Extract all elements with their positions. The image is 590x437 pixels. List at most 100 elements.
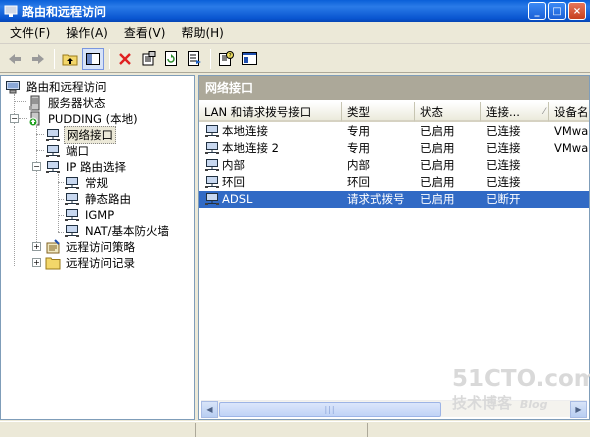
properties-icon[interactable] [137, 48, 159, 70]
maximize-button[interactable]: □ [548, 2, 566, 20]
refresh-icon[interactable] [160, 48, 182, 70]
tree-item-igmp[interactable]: IGMP [64, 207, 116, 223]
tree-item-root[interactable]: 路由和远程访问 [5, 79, 109, 95]
cell-interface: 内部 [222, 158, 245, 172]
cell-type: 专用 [347, 124, 370, 138]
interface-list: 本地连接 专用 已启用 已连接 VMwa 本地连接 2 专用 已启用 已连接 V… [199, 123, 589, 208]
title-bar: 路由和远程访问 _ □ × [0, 0, 590, 22]
cell-device: VMwa [554, 141, 589, 155]
menu-file[interactable]: 文件(F) [2, 22, 58, 44]
tree-item-server-status[interactable]: 服务器状态 [27, 95, 108, 111]
policy-icon [45, 239, 61, 255]
tree-item-pudding-local[interactable]: PUDDING (本地) [27, 111, 140, 127]
status-panel [368, 423, 588, 437]
network-icon [45, 143, 61, 159]
tree-item-static-routes[interactable]: 静态路由 [64, 191, 133, 207]
toolbar-separator [109, 48, 110, 69]
watermark: 51CTO.com 技术博客 Blog [452, 366, 590, 413]
cell-connection: 已连接 [486, 124, 521, 138]
export-list-icon[interactable] [183, 48, 205, 70]
svg-text:?: ? [228, 53, 231, 60]
lan-interface-icon [204, 124, 220, 140]
column-header-connection-label: 连接... [486, 105, 520, 119]
table-row-selected[interactable]: ADSL 请求式拨号 已启用 已断开 [199, 191, 589, 208]
expander-expand[interactable]: + [32, 242, 41, 251]
cell-type: 环回 [347, 175, 370, 189]
column-header-status[interactable]: 状态 [415, 102, 481, 122]
lan-interface-icon [204, 158, 220, 174]
cell-status: 已启用 [420, 192, 455, 206]
tree-item-general[interactable]: 常规 [64, 175, 110, 191]
column-header-type[interactable]: 类型 [342, 102, 415, 122]
routing-icon [5, 79, 21, 95]
expander-collapse[interactable]: − [10, 114, 19, 123]
network-icon [64, 223, 80, 239]
folder-icon [45, 255, 61, 271]
show-hide-tree-icon[interactable] [82, 47, 104, 70]
tree-item-remote-access-logging[interactable]: 远程访问记录 [45, 255, 137, 271]
cell-device [549, 157, 589, 174]
column-header-interface[interactable]: LAN 和请求拨号接口 [199, 102, 342, 122]
routing-app-icon [4, 4, 18, 18]
sort-indicator-icon: ⁄ [543, 107, 545, 117]
forward-arrow-icon[interactable] [27, 48, 49, 70]
cell-interface: 本地连接 [222, 124, 268, 138]
expander-expand[interactable]: + [32, 258, 41, 267]
cell-device: VMwa [554, 124, 589, 138]
network-icon [45, 127, 61, 143]
table-row[interactable]: 本地连接 专用 已启用 已连接 VMwa [199, 123, 589, 140]
column-header-connection[interactable]: 连接... ⁄ [481, 102, 549, 122]
column-header-device[interactable]: 设备名 [549, 102, 589, 122]
cell-connection: 已连接 [486, 141, 521, 155]
scroll-left-icon[interactable]: ◀ [201, 400, 218, 418]
tree-item-nat-firewall[interactable]: NAT/基本防火墙 [64, 223, 171, 239]
delete-icon[interactable] [114, 48, 136, 70]
expander-collapse[interactable]: − [32, 162, 41, 171]
close-button[interactable]: × [568, 2, 586, 20]
network-icon [45, 159, 61, 175]
scrollbar-thumb[interactable]: ||| [219, 402, 441, 417]
menu-help[interactable]: 帮助(H) [173, 22, 231, 44]
toolbar-separator [54, 48, 55, 69]
table-row[interactable]: 本地连接 2 专用 已启用 已连接 VMwa [199, 140, 589, 157]
cell-connection: 已连接 [486, 158, 521, 172]
cell-interface: 环回 [222, 175, 245, 189]
cell-status: 已启用 [420, 158, 455, 172]
minimize-button[interactable]: _ [528, 2, 546, 20]
cell-status: 已启用 [420, 124, 455, 138]
toolbar: ? [0, 45, 590, 73]
status-bar [0, 421, 590, 437]
cell-type: 内部 [347, 158, 370, 172]
table-row[interactable]: 环回 环回 已启用 已连接 [199, 174, 589, 191]
lan-interface-icon [204, 141, 220, 157]
window-title: 路由和远程访问 [22, 4, 107, 19]
tree-item-remote-access-policy[interactable]: 远程访问策略 [45, 239, 137, 255]
cell-connection: 已断开 [486, 192, 521, 206]
tree-item-ports[interactable]: 端口 [45, 143, 91, 159]
menu-action[interactable]: 操作(A) [58, 22, 116, 44]
watermark-sub: 技术博客 [452, 394, 513, 412]
back-arrow-icon[interactable] [4, 48, 26, 70]
console-tree[interactable]: 路由和远程访问 服务器状态 − PUDDING (本地) 网络接口 端口 − I… [0, 75, 195, 420]
help-icon[interactable]: ? [215, 48, 237, 70]
status-panel [196, 423, 368, 437]
cell-status: 已启用 [420, 175, 455, 189]
cell-interface: ADSL [222, 192, 253, 206]
table-row[interactable]: 内部 内部 已启用 已连接 [199, 157, 589, 174]
cell-device [549, 191, 589, 208]
server-icon [27, 95, 43, 111]
tree-item-network-interfaces[interactable]: 网络接口 [45, 126, 116, 144]
dialup-interface-icon [204, 192, 220, 208]
cell-connection: 已连接 [486, 175, 521, 189]
menu-bar: 文件(F) 操作(A) 查看(V) 帮助(H) [0, 22, 590, 44]
menu-view[interactable]: 查看(V) [116, 22, 174, 44]
tree-item-ip-routing[interactable]: IP 路由选择 [45, 159, 128, 175]
lan-interface-icon [204, 175, 220, 191]
cell-interface: 本地连接 2 [222, 141, 279, 155]
console-icon[interactable] [238, 48, 260, 70]
cell-status: 已启用 [420, 141, 455, 155]
watermark-blog: Blog [519, 398, 548, 411]
up-folder-icon[interactable] [59, 48, 81, 70]
network-icon [64, 191, 80, 207]
server-up-icon [27, 111, 43, 127]
